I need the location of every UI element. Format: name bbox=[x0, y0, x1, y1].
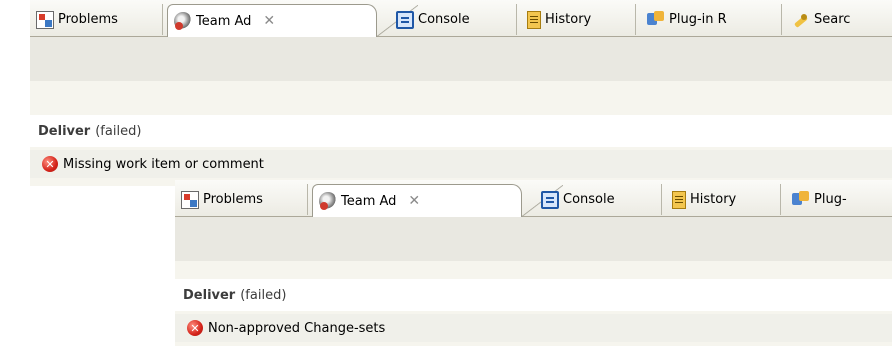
view-tab-bar: Problems Team Ad ✕ Console History Plug- bbox=[175, 180, 892, 217]
problems-icon bbox=[181, 190, 199, 209]
error-row[interactable]: ✕ Non-approved Change-sets bbox=[175, 314, 892, 342]
problems-icon bbox=[36, 10, 54, 29]
search-icon bbox=[792, 11, 810, 29]
section-status: (failed) bbox=[95, 123, 142, 139]
tab-team-advisor[interactable]: Team Ad ✕ bbox=[167, 4, 418, 37]
tab-label: Team Ad bbox=[341, 193, 397, 209]
view-toolbar bbox=[30, 37, 892, 81]
error-row[interactable]: ✕ Missing work item or comment bbox=[30, 150, 892, 178]
section-title: Deliver bbox=[183, 287, 236, 303]
tab-label: Team Ad bbox=[196, 13, 252, 29]
tab-console[interactable]: Console bbox=[541, 184, 662, 215]
close-icon[interactable]: ✕ bbox=[263, 13, 275, 29]
tab-label: Plug-in R bbox=[669, 12, 727, 27]
error-icon: ✕ bbox=[187, 320, 203, 336]
tab-plugin-registry[interactable]: Plug- bbox=[792, 184, 892, 215]
team-advisor-icon bbox=[319, 192, 337, 210]
console-icon bbox=[541, 190, 559, 209]
plugin-icon bbox=[647, 10, 665, 29]
history-icon bbox=[527, 10, 541, 29]
tab-label: Problems bbox=[203, 192, 263, 207]
tab-label: Plug- bbox=[814, 192, 847, 207]
tab-history[interactable]: History bbox=[527, 4, 636, 35]
tab-plugin-registry[interactable]: Plug-in R bbox=[647, 4, 782, 35]
team-advisor-view-2: Problems Team Ad ✕ Console History Plug-… bbox=[175, 180, 892, 346]
error-icon: ✕ bbox=[42, 156, 58, 172]
section-status: (failed) bbox=[240, 287, 287, 303]
tab-problems[interactable]: Problems bbox=[181, 184, 308, 215]
tab-label: Console bbox=[563, 192, 615, 207]
error-message: Non-approved Change-sets bbox=[208, 320, 386, 336]
section-header: Deliver (failed) bbox=[30, 115, 892, 147]
history-icon bbox=[672, 190, 686, 209]
tab-label: History bbox=[545, 12, 592, 27]
tab-problems[interactable]: Problems bbox=[36, 4, 163, 35]
view-toolbar bbox=[175, 217, 892, 261]
view-tab-bar: Problems Team Ad ✕ Console History Plug-… bbox=[30, 0, 892, 37]
plugin-icon bbox=[792, 190, 810, 209]
close-icon[interactable]: ✕ bbox=[408, 193, 420, 209]
tab-label: Problems bbox=[58, 12, 118, 27]
tab-label: History bbox=[690, 192, 737, 207]
tab-label: Searc bbox=[814, 12, 851, 27]
tab-history[interactable]: History bbox=[672, 184, 781, 215]
console-icon bbox=[396, 10, 414, 29]
section-title: Deliver bbox=[38, 123, 91, 139]
team-advisor-view-1: Problems Team Ad ✕ Console History Plug-… bbox=[30, 0, 892, 186]
section-header: Deliver (failed) bbox=[175, 279, 892, 311]
tab-label: Console bbox=[418, 12, 470, 27]
team-advisor-icon bbox=[174, 12, 192, 30]
error-message: Missing work item or comment bbox=[63, 156, 264, 172]
tab-search[interactable]: Searc bbox=[792, 4, 892, 35]
tab-console[interactable]: Console bbox=[396, 4, 517, 35]
tab-team-advisor[interactable]: Team Ad ✕ bbox=[312, 184, 563, 217]
